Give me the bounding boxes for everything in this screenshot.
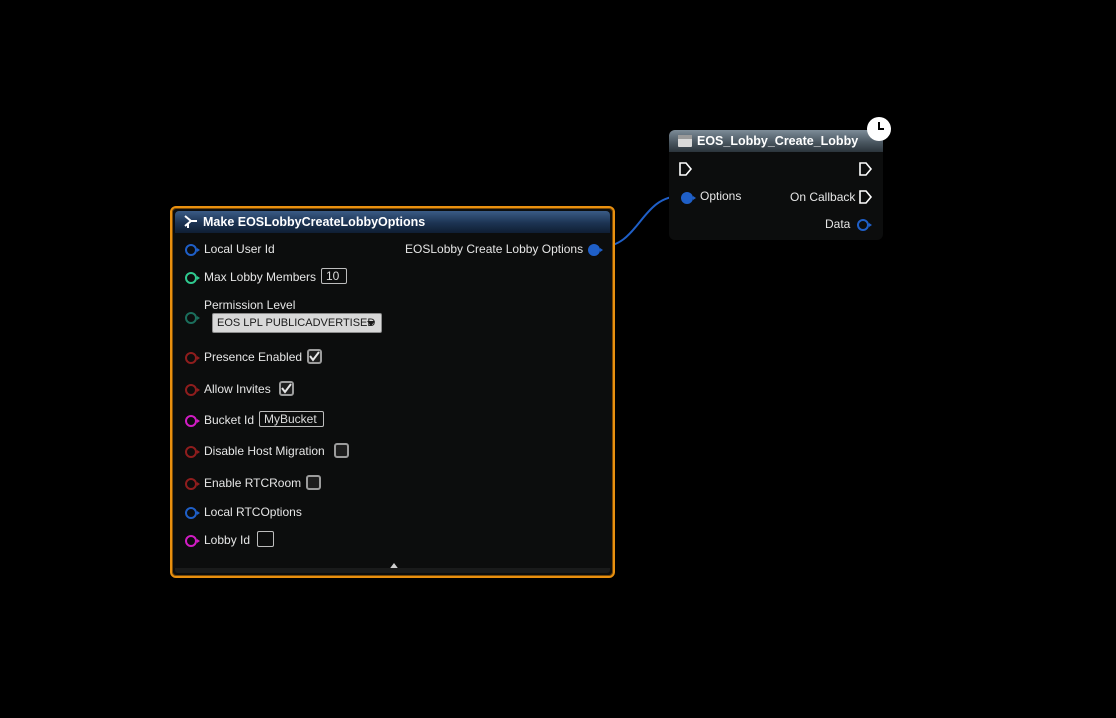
output-label: EOSLobby Create Lobby Options	[405, 242, 584, 256]
disable-host-migration-pin[interactable]	[185, 446, 200, 458]
options-label: Options	[700, 189, 742, 203]
lobby-id-label: Lobby Id	[204, 533, 251, 547]
node-header[interactable]: Make EOSLobbyCreateLobbyOptions	[175, 211, 610, 233]
function-icon	[678, 134, 692, 151]
options-pin[interactable]	[681, 192, 696, 204]
allow-invites-label: Allow Invites	[204, 382, 271, 396]
output-struct-pin[interactable]	[588, 244, 603, 256]
clock-icon	[867, 117, 891, 141]
presence-enabled-pin[interactable]	[185, 352, 200, 364]
bucket-id-label: Bucket Id	[204, 413, 255, 427]
permission-level-value: EOS LPL PUBLICADVERTISED	[217, 317, 376, 329]
max-lobby-members-input[interactable]: 10	[321, 268, 347, 284]
permission-level-label: Permission Level	[204, 298, 296, 312]
node-title: EOS_Lobby_Create_Lobby	[697, 134, 859, 148]
local-rtcoptions-pin[interactable]	[185, 507, 200, 519]
make-eoslobbycreatelobbyoptions-node[interactable]: Make EOSLobbyCreateLobbyOptions Local Us…	[170, 206, 615, 578]
lobby-id-input[interactable]	[257, 531, 274, 547]
permission-level-pin[interactable]	[185, 312, 200, 324]
eos-lobby-create-lobby-node[interactable]: EOS_Lobby_Create_Lobby Options On Callba…	[669, 130, 883, 240]
node-footer	[175, 568, 610, 573]
on-callback-label: On Callback	[790, 190, 856, 204]
data-pin[interactable]	[857, 219, 872, 231]
lobby-id-pin[interactable]	[185, 535, 200, 547]
exec-out-pin[interactable]	[859, 162, 873, 176]
disable-host-migration-checkbox[interactable]	[334, 443, 349, 458]
bucket-id-input[interactable]: MyBucket	[259, 411, 324, 427]
max-lobby-members-pin[interactable]	[185, 272, 200, 284]
checkmark-icon	[281, 383, 292, 394]
node-title: Make EOSLobbyCreateLobbyOptions	[203, 215, 426, 229]
node-header[interactable]: EOS_Lobby_Create_Lobby	[669, 130, 883, 152]
exec-in-pin[interactable]	[679, 162, 693, 176]
permission-level-dropdown[interactable]: EOS LPL PUBLICADVERTISED	[212, 313, 382, 333]
presence-enabled-checkbox[interactable]	[307, 349, 322, 364]
on-callback-exec-pin[interactable]	[859, 190, 873, 204]
allow-invites-pin[interactable]	[185, 384, 200, 396]
local-rtcoptions-label: Local RTCOptions	[204, 505, 302, 519]
max-lobby-members-label: Max Lobby Members	[204, 270, 317, 284]
checkmark-icon	[309, 351, 320, 362]
enable-rtcroom-checkbox[interactable]	[306, 475, 321, 490]
allow-invites-checkbox[interactable]	[279, 381, 294, 396]
enable-rtcroom-pin[interactable]	[185, 478, 200, 490]
local-user-id-label: Local User Id	[204, 242, 275, 256]
enable-rtcroom-label: Enable RTCRoom	[204, 476, 302, 490]
local-user-id-pin[interactable]	[185, 244, 200, 256]
presence-enabled-label: Presence Enabled	[204, 350, 303, 364]
bucket-id-pin[interactable]	[185, 415, 200, 427]
make-struct-icon	[184, 215, 198, 232]
data-label: Data	[825, 217, 851, 231]
chevron-down-icon	[367, 321, 375, 326]
disable-host-migration-label: Disable Host Migration	[204, 444, 325, 458]
